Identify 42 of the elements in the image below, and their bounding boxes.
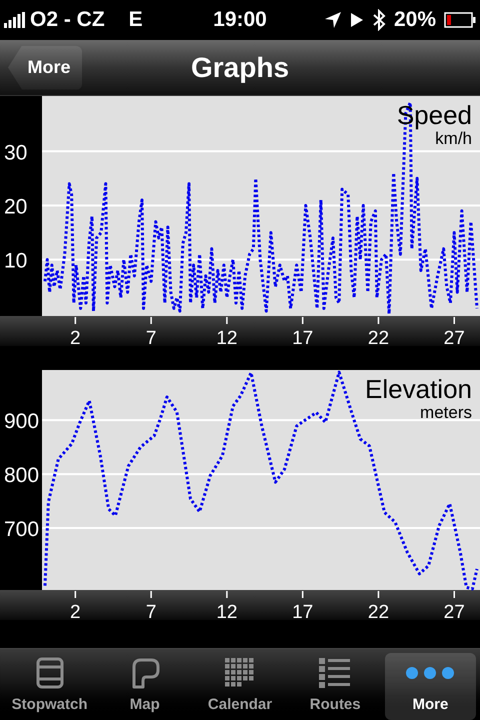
- tab-item[interactable]: Calendar: [194, 653, 286, 720]
- chart-title: Elevation: [365, 374, 472, 404]
- tab-item[interactable]: Routes: [290, 653, 381, 720]
- axis-label: 900: [4, 410, 40, 434]
- axis-label: 700: [4, 518, 40, 541]
- unit-label: meters: [420, 403, 472, 422]
- axis-label: 20: [4, 195, 28, 218]
- axis-label: 27: [444, 328, 465, 346]
- axis-label: 7: [146, 602, 156, 620]
- tab-item[interactable]: More: [384, 653, 476, 720]
- clock-time: 19:00: [212, 7, 268, 34]
- battery-icon: [444, 12, 476, 28]
- carrier-name: O2 - CZ: [30, 7, 105, 34]
- axis-label: 10: [4, 250, 28, 273]
- axis-label: 12: [216, 602, 238, 620]
- location-arrow-icon: [324, 11, 342, 29]
- axis-label: 27: [444, 602, 465, 620]
- axis-label: 2: [70, 602, 81, 620]
- unit-label: km/h: [435, 129, 472, 148]
- tab-item[interactable]: Map: [99, 653, 190, 720]
- grid-icon: [225, 658, 255, 688]
- more-dots-icon: [405, 666, 456, 680]
- axis-label: 12: [216, 328, 238, 346]
- tab-item[interactable]: Stopwatch: [4, 653, 96, 720]
- axis-label: 30: [4, 141, 28, 164]
- axis-label: 800: [4, 464, 40, 488]
- axis-label: 22: [368, 602, 390, 620]
- bluetooth-icon: [372, 9, 386, 31]
- network-type: E: [128, 7, 143, 34]
- list-icon: [319, 658, 352, 688]
- signal-icon: [4, 12, 26, 28]
- battery-percent: 20%: [394, 7, 436, 34]
- route-shape-icon: [130, 656, 160, 688]
- back-button[interactable]: More: [8, 46, 82, 90]
- panel-icon: [36, 656, 64, 688]
- axis-label: 17: [292, 602, 314, 620]
- axis-label: 2: [70, 328, 81, 346]
- axis-label: 7: [146, 328, 156, 346]
- axis-label: 17: [292, 328, 314, 346]
- axis-label: 22: [368, 328, 390, 346]
- play-icon: [350, 11, 364, 29]
- screen-title: Graphs: [190, 50, 290, 85]
